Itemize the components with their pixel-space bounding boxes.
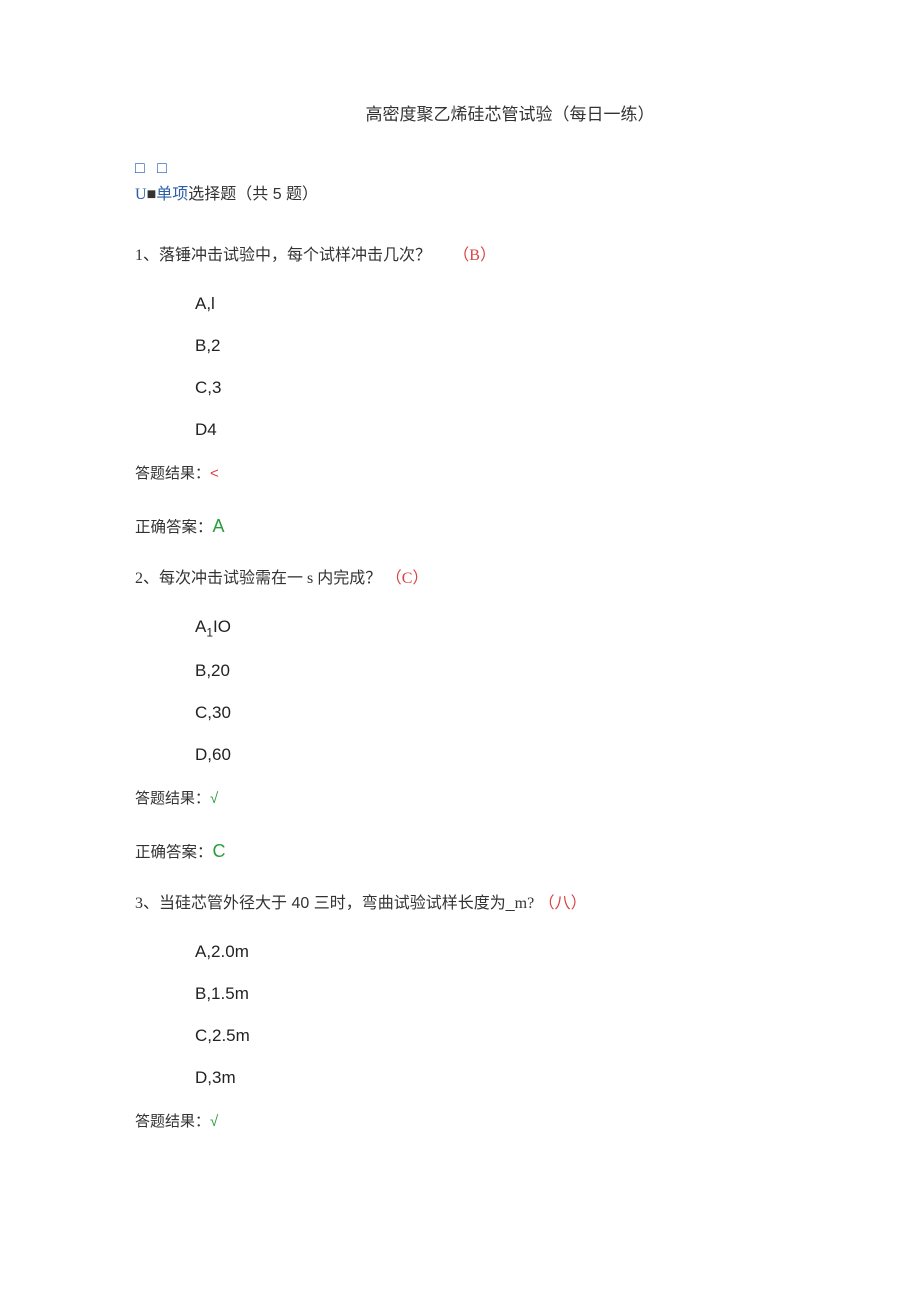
result-mark: √: [210, 790, 218, 807]
options-list: A1IO B,20 C,30 D,60: [135, 617, 785, 765]
result-label: 答题结果：: [135, 1113, 210, 1130]
option-a: A1IO: [195, 617, 785, 639]
option-b: B,20: [195, 661, 785, 681]
section-text-rest: 选择题（共 5 题）: [188, 186, 318, 203]
result-line: 答题结果：√: [135, 787, 785, 808]
section-prefix: U: [135, 186, 147, 203]
option-c: C,3: [195, 378, 785, 398]
correct-label: 正确答案：: [135, 519, 213, 536]
section-dot: ■: [147, 186, 157, 203]
correct-value: A: [213, 516, 225, 536]
section-text-highlight: 单项: [156, 186, 188, 203]
question-body: 落锤冲击试验中，每个试样冲击几次？: [159, 247, 431, 264]
result-label: 答题结果：: [135, 465, 210, 482]
result-label: 答题结果：: [135, 790, 210, 807]
checkbox-placeholder: □ □: [135, 160, 785, 178]
option-a: A,l: [195, 294, 785, 314]
question-body-post: m?: [515, 895, 535, 912]
question-number: 3、: [135, 895, 159, 912]
question-block: 1、落锤冲击试验中，每个试样冲击几次？ （B） A,l B,2 C,3 D4 答…: [135, 244, 785, 537]
option-a: A,2.0m: [195, 942, 785, 962]
option-d: D,60: [195, 745, 785, 765]
answer-hint: （八）: [539, 895, 587, 912]
answer-hint: （B）: [453, 247, 496, 264]
answer-hint: （C）: [386, 570, 429, 587]
question-body-post: 内完成？: [317, 570, 381, 587]
option-c: C,2.5m: [195, 1026, 785, 1046]
option-b: B,2: [195, 336, 785, 356]
question-body-mid: s: [303, 570, 317, 587]
question-text: 2、每次冲击试验需在一 s 内完成？ （C）: [135, 567, 785, 591]
result-mark: √: [210, 1113, 218, 1130]
section-header: U■单项选择题（共 5 题）: [135, 180, 785, 204]
question-text: 1、落锤冲击试验中，每个试样冲击几次？ （B）: [135, 244, 785, 268]
question-block: 3、当硅芯管外径大于 40 三时，弯曲试验试样长度为_m? （八） A,2.0m…: [135, 892, 785, 1131]
option-d: D4: [195, 420, 785, 440]
question-body-pre: 当硅芯管外径大于 40 三时，弯曲试验试样长度为: [159, 895, 506, 912]
correct-value: C: [213, 841, 226, 861]
options-list: A,l B,2 C,3 D4: [135, 294, 785, 440]
options-list: A,2.0m B,1.5m C,2.5m D,3m: [135, 942, 785, 1088]
result-line: 答题结果：√: [135, 1110, 785, 1131]
question-body-pre: 每次冲击试验需在一: [159, 570, 303, 587]
correct-answer-line: 正确答案：A: [135, 515, 785, 537]
question-text: 3、当硅芯管外径大于 40 三时，弯曲试验试样长度为_m? （八）: [135, 892, 785, 916]
option-c: C,30: [195, 703, 785, 723]
correct-answer-line: 正确答案：C: [135, 840, 785, 862]
option-b: B,1.5m: [195, 984, 785, 1004]
result-mark: <: [210, 465, 219, 482]
question-number: 2、: [135, 570, 159, 587]
question-number: 1、: [135, 247, 159, 264]
document-title: 高密度聚乙烯硅芯管试验（每日一练）: [135, 100, 785, 125]
correct-label: 正确答案：: [135, 844, 213, 861]
result-line: 答题结果：<: [135, 462, 785, 483]
question-block: 2、每次冲击试验需在一 s 内完成？ （C） A1IO B,20 C,30 D,…: [135, 567, 785, 862]
option-d: D,3m: [195, 1068, 785, 1088]
question-underscore: _: [506, 895, 515, 912]
